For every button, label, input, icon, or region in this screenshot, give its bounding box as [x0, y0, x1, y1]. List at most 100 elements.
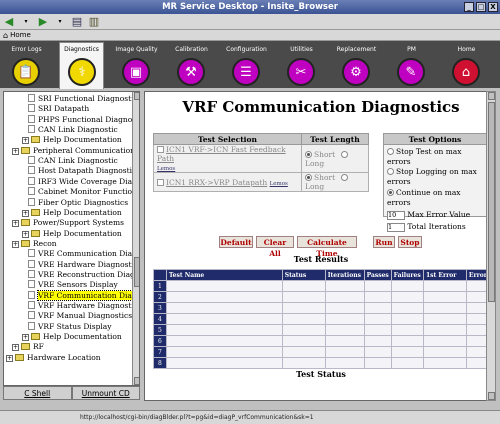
home-icon[interactable]: ⌂ — [3, 31, 8, 40]
nav-tab-diagnostics[interactable]: Diagnostics ⚕ — [59, 42, 104, 89]
stop-test-radio[interactable] — [387, 148, 394, 155]
expand-icon[interactable]: + — [6, 354, 13, 362]
tree-item[interactable]: VRF Communication Diagnos — [28, 289, 139, 301]
maximize-button[interactable]: □ — [476, 2, 486, 12]
tree-item-label: Help Documentation — [43, 228, 122, 238]
expand-icon[interactable]: + — [12, 344, 19, 352]
nav-tab-home[interactable]: Home ⌂ — [444, 43, 489, 87]
results-cell — [390, 291, 424, 303]
nav-tab-replacement[interactable]: Replacement ⚙ — [334, 43, 379, 87]
c-shell-tab[interactable]: C Shell — [3, 386, 72, 400]
tree-item[interactable]: CAN Link Diagnostic — [28, 156, 118, 166]
document-icon — [28, 176, 35, 185]
dropdown-icon[interactable]: ▾ — [54, 16, 66, 28]
nav-tab-pm[interactable]: PM ✎ — [389, 43, 434, 87]
unmount-cd-tab[interactable]: Unmount CD — [71, 386, 140, 400]
results-cell — [422, 302, 467, 314]
tree-item[interactable]: SRI Functional Diagnostics — [28, 94, 139, 104]
tree-item[interactable]: SRI Datapath — [28, 104, 89, 114]
forward-arrow-icon[interactable]: ▶ — [37, 15, 49, 28]
test-checkbox[interactable] — [157, 178, 164, 186]
scroll-thumb[interactable] — [488, 102, 495, 302]
close-button[interactable]: X — [488, 2, 498, 12]
tree-item[interactable]: CAN Link Diagnostic — [28, 125, 118, 135]
tree-item[interactable]: IRF3 Wide Coverage Diagnost — [28, 176, 139, 187]
print-icon[interactable]: ▤ — [71, 15, 83, 28]
bookmark-icon[interactable]: ▥ — [88, 15, 100, 28]
results-cell — [422, 313, 467, 325]
tree-item[interactable]: + Help Documentation — [22, 332, 122, 342]
tree-item-label: IRF3 Wide Coverage Diagnost — [38, 176, 139, 186]
expand-icon[interactable]: + — [12, 240, 19, 248]
expand-icon[interactable]: + — [12, 220, 19, 228]
tree-item[interactable]: + Power/Support Systems — [12, 218, 124, 228]
minimize-button[interactable]: _ — [464, 2, 474, 12]
expand-icon[interactable]: + — [22, 230, 29, 238]
tree-item[interactable]: VRF Hardware Diagnostics — [28, 301, 139, 311]
nav-tab-error-logs[interactable]: Error Logs 📋 — [4, 43, 49, 87]
long-radio[interactable] — [341, 174, 349, 181]
tree-item[interactable]: VRE Sensors Display — [28, 280, 118, 290]
long-radio[interactable] — [341, 150, 349, 158]
calculate-time-button[interactable]: Calculate Time — [297, 236, 357, 258]
default-button[interactable]: Default — [219, 236, 253, 248]
total-iterations-input[interactable] — [387, 222, 405, 232]
tree-item[interactable]: VRE Reconstruction Diagnost — [28, 269, 139, 280]
tree-item[interactable]: Cabinet Monitor Functional Di — [28, 187, 140, 197]
tree-item[interactable]: Host Datapath Diagnostic — [28, 166, 136, 176]
stop-button[interactable]: Stop — [398, 236, 422, 248]
tree-item[interactable]: VRF Status Display — [28, 321, 112, 332]
expand-icon[interactable]: + — [22, 209, 29, 217]
short-radio[interactable] — [305, 150, 312, 158]
expand-icon[interactable]: + — [22, 334, 29, 342]
tree-item[interactable]: Fiber Optic Diagnostics — [28, 197, 128, 208]
scroll-down-icon[interactable] — [488, 392, 495, 400]
run-button[interactable]: Run — [373, 236, 395, 248]
stop-logging-radio[interactable] — [387, 168, 394, 175]
nav-tab-image-quality[interactable]: Image Quality ▣ — [114, 43, 159, 87]
scroll-thumb[interactable] — [134, 257, 139, 287]
tree-item[interactable]: VRE Communication Diagnos — [28, 249, 139, 259]
tree-item-label: RF — [33, 342, 44, 352]
expand-icon[interactable]: + — [12, 147, 19, 155]
scroll-up-icon[interactable] — [488, 92, 495, 100]
tree-item[interactable]: + Help Documentation — [22, 135, 122, 145]
tree-item[interactable]: + Hardware Location — [6, 353, 101, 363]
scroll-down-icon[interactable] — [134, 377, 139, 385]
tree-item[interactable]: + Peripheral Communications — [12, 146, 139, 156]
expand-icon[interactable]: + — [22, 137, 29, 145]
tree-item[interactable]: VRE Hardware Diagnostics — [28, 259, 139, 270]
nav-tab-label: Replacement — [336, 46, 377, 53]
tree-item[interactable]: + Help Documentation — [22, 229, 122, 239]
tree-scrollbar[interactable] — [132, 92, 139, 385]
tree-item-label: Cabinet Monitor Functional Di — [38, 187, 140, 197]
test-length-cell: Short Long — [301, 172, 369, 192]
document-icon — [28, 301, 35, 309]
continue-radio[interactable] — [387, 189, 394, 196]
clear-all-button[interactable]: Clear All — [256, 236, 294, 258]
test-checkbox[interactable] — [157, 146, 164, 153]
scroll-up-icon[interactable] — [134, 92, 139, 100]
nav-tab-utilities[interactable]: Utilities ✂ — [279, 43, 324, 87]
tree-item[interactable]: VRF Manual Diagnostics — [28, 311, 132, 321]
nav-tab-calibration[interactable]: Calibration ⚒ — [169, 43, 214, 87]
content-scrollbar[interactable] — [486, 91, 496, 401]
back-arrow-icon[interactable]: ◀ — [3, 15, 15, 28]
test-link[interactable]: Lemos — [157, 166, 175, 172]
nav-tab-configuration[interactable]: Configuration ☰ — [224, 43, 269, 87]
tree-item[interactable]: + Help Documentation — [22, 208, 122, 218]
row-number: 5 — [153, 324, 167, 336]
short-radio[interactable] — [305, 174, 312, 181]
results-cell — [363, 335, 392, 347]
tree-item[interactable]: + Recon — [12, 239, 57, 249]
home-link[interactable]: Home — [10, 31, 31, 39]
option-label: Continue on max errors — [387, 188, 461, 207]
test-link[interactable]: Lemos — [270, 181, 288, 187]
document-icon — [28, 197, 35, 206]
dropdown-icon[interactable]: ▾ — [20, 16, 32, 28]
test-row: ICN1 VRF->ICN Fast Feedback Path Lemos — [153, 144, 302, 173]
tree-item[interactable]: + RF — [12, 342, 44, 352]
tree-item[interactable]: PHPS Functional Diagnostics — [28, 114, 139, 125]
max-error-input[interactable] — [387, 210, 405, 220]
document-icon — [28, 290, 35, 299]
